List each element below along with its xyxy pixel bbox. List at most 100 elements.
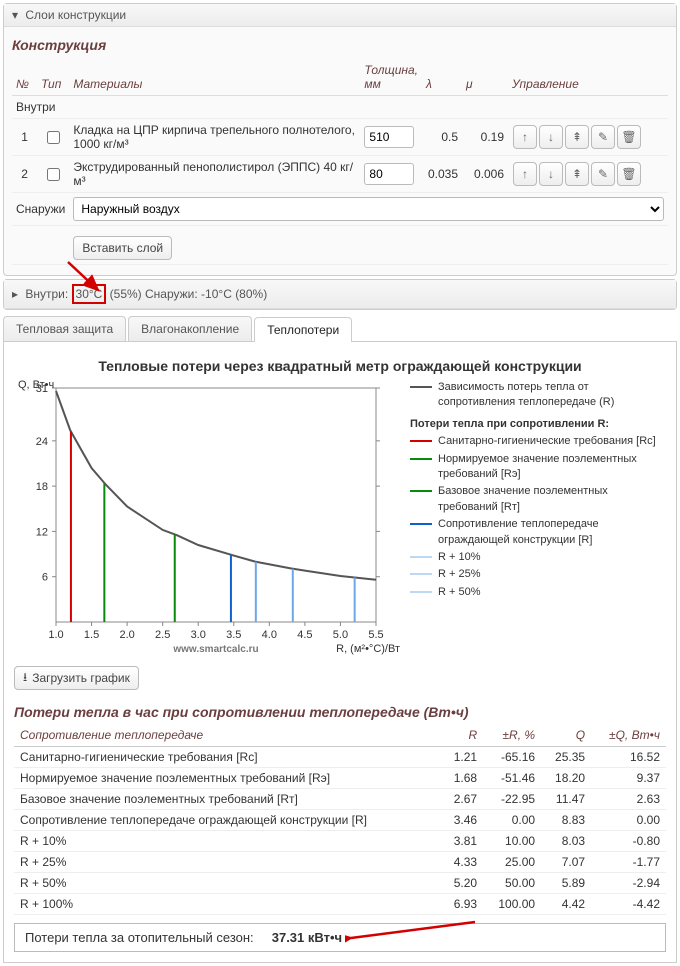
row-inside: Внутри xyxy=(12,96,668,119)
loss-cell: 8.83 xyxy=(541,810,591,831)
loss-cell: 2.63 xyxy=(591,789,666,810)
chart-title: Тепловые потери через квадратный метр ог… xyxy=(14,358,666,374)
delete-button[interactable]: 🗑 xyxy=(617,162,641,186)
move-up-button[interactable]: ↑ xyxy=(513,162,537,186)
loss-cell: R + 100% xyxy=(14,894,441,915)
layer-thickness-input[interactable] xyxy=(364,163,414,185)
legend-swatch-icon xyxy=(410,573,432,575)
loss-cell: 5.89 xyxy=(541,873,591,894)
loss-cell: 1.21 xyxy=(441,747,483,768)
svg-text:5.0: 5.0 xyxy=(333,629,348,641)
panel-layers: ▾ Слои конструкции Конструкция № Тип Мат… xyxy=(3,3,677,276)
chart-legend: Зависимость потерь тепла от сопротивлени… xyxy=(410,378,666,658)
loss-cell: Нормируемое значение поэлементных требов… xyxy=(14,768,441,789)
loss-cell: 16.52 xyxy=(591,747,666,768)
loss-cell: Базовое значение поэлементных требований… xyxy=(14,789,441,810)
layer-type-checkbox[interactable] xyxy=(47,131,60,144)
loss-cell: 6.93 xyxy=(441,894,483,915)
loss-row: Базовое значение поэлементных требований… xyxy=(14,789,666,810)
legend-item: Санитарно-гигиенические требования [Rс] xyxy=(410,434,666,449)
legend-label: Нормируемое значение поэлементных требов… xyxy=(438,452,666,483)
loss-row: Сопротивление теплопередаче ограждающей … xyxy=(14,810,666,831)
svg-text:Q, Вт•ч: Q, Вт•ч xyxy=(18,379,54,391)
tab-content-heatloss: Тепловые потери через квадратный метр ог… xyxy=(3,342,677,963)
loss-cell: R + 25% xyxy=(14,852,441,873)
th-mu: μ xyxy=(462,59,508,96)
season-loss: Потери тепла за отопительный сезон: 37.3… xyxy=(14,923,666,952)
tab-0[interactable]: Тепловая защита xyxy=(3,316,126,341)
loss-cell: 2.67 xyxy=(441,789,483,810)
loss-cell: 0.00 xyxy=(483,810,541,831)
svg-text:4.5: 4.5 xyxy=(297,629,312,641)
edit-button[interactable]: ✎ xyxy=(591,162,615,186)
move-down-button[interactable]: ↓ xyxy=(539,125,563,149)
loss-row: R + 50%5.2050.005.89-2.94 xyxy=(14,873,666,894)
layer-mu: 0.19 xyxy=(462,119,508,156)
legend-item: R + 10% xyxy=(410,550,666,565)
layer-type-checkbox[interactable] xyxy=(47,168,60,181)
loss-table: Сопротивление теплопередачеR±R, %Q±Q, Вт… xyxy=(14,724,666,915)
svg-text:4.0: 4.0 xyxy=(262,629,277,641)
download-chart-label: Загрузить график xyxy=(32,671,130,685)
insert-above-button[interactable]: ⇞ xyxy=(565,162,589,186)
layers-table: № Тип Материалы Толщина, мм λ μ Управлен… xyxy=(12,59,668,265)
legend-label: R + 50% xyxy=(438,585,481,600)
loss-cell: Санитарно-гигиенические требования [Rс] xyxy=(14,747,441,768)
outside-select[interactable]: Наружный воздух xyxy=(73,197,664,221)
legend-label: Санитарно-гигиенические требования [Rс] xyxy=(438,434,656,449)
loss-cell: 10.00 xyxy=(483,831,541,852)
loss-th: R xyxy=(441,724,483,747)
svg-text:1.0: 1.0 xyxy=(48,629,63,641)
legend-swatch-icon xyxy=(410,591,432,593)
loss-cell: R + 50% xyxy=(14,873,441,894)
move-up-button[interactable]: ↑ xyxy=(513,125,537,149)
cond-inside-temp: 30°C xyxy=(72,284,107,304)
svg-text:2.5: 2.5 xyxy=(155,629,170,641)
tabs: Тепловая защитаВлагонакоплениеТеплопотер… xyxy=(3,316,677,342)
loss-cell: 8.03 xyxy=(541,831,591,852)
legend-item: Зависимость потерь тепла от сопротивлени… xyxy=(410,380,666,411)
panel-conditions: ▸ Внутри: 30°C (55%) Снаружи: -10°C (80%… xyxy=(3,279,677,310)
layer-mu: 0.006 xyxy=(462,156,508,193)
insert-above-button[interactable]: ⇞ xyxy=(565,125,589,149)
download-chart-button[interactable]: ⭳ Загрузить график xyxy=(14,666,139,690)
th-mm: Толщина, мм xyxy=(360,59,422,96)
legend-item: R + 50% xyxy=(410,585,666,600)
panel-layers-body: Конструкция № Тип Материалы Толщина, мм … xyxy=(4,27,676,275)
th-num: № xyxy=(12,59,37,96)
layer-num: 1 xyxy=(12,119,37,156)
layer-thickness-input[interactable] xyxy=(364,126,414,148)
loss-cell: R + 10% xyxy=(14,831,441,852)
delete-button[interactable]: 🗑 xyxy=(617,125,641,149)
move-down-button[interactable]: ↓ xyxy=(539,162,563,186)
legend-swatch-icon xyxy=(410,523,432,525)
layer-material: Экструдированный пенополистирол (ЭППС) 4… xyxy=(69,156,360,193)
legend-label: Зависимость потерь тепла от сопротивлени… xyxy=(438,380,666,411)
legend-label: Базовое значение поэлементных требований… xyxy=(438,484,666,515)
svg-text:5.5: 5.5 xyxy=(368,629,383,641)
legend-swatch-icon xyxy=(410,556,432,558)
loss-cell: -0.80 xyxy=(591,831,666,852)
tab-1[interactable]: Влагонакопление xyxy=(128,316,252,341)
loss-cell: 50.00 xyxy=(483,873,541,894)
loss-cell: -1.77 xyxy=(591,852,666,873)
cond-inside-prefix: Внутри: xyxy=(25,287,71,301)
edit-button[interactable]: ✎ xyxy=(591,125,615,149)
loss-cell: 25.00 xyxy=(483,852,541,873)
loss-cell: -22.95 xyxy=(483,789,541,810)
legend-label: Сопротивление теплопередаче ограждающей … xyxy=(438,517,666,548)
loss-cell: 1.68 xyxy=(441,768,483,789)
outside-label: Снаружи xyxy=(12,193,69,226)
loss-th: ±Q, Вт•ч xyxy=(591,724,666,747)
svg-text:3.5: 3.5 xyxy=(226,629,241,641)
loss-row: R + 25%4.3325.007.07-1.77 xyxy=(14,852,666,873)
svg-text:24: 24 xyxy=(36,436,48,448)
legend-item: Сопротивление теплопередаче ограждающей … xyxy=(410,517,666,548)
panel-layers-header[interactable]: ▾ Слои конструкции xyxy=(4,4,676,27)
layer-num: 2 xyxy=(12,156,37,193)
panel-conditions-header[interactable]: ▸ Внутри: 30°C (55%) Снаружи: -10°C (80%… xyxy=(4,280,676,309)
insert-layer-button[interactable]: Вставить слой xyxy=(73,236,172,260)
construction-title: Конструкция xyxy=(12,37,668,53)
layer-lambda: 0.5 xyxy=(422,119,462,156)
tab-2[interactable]: Теплопотери xyxy=(254,317,352,342)
